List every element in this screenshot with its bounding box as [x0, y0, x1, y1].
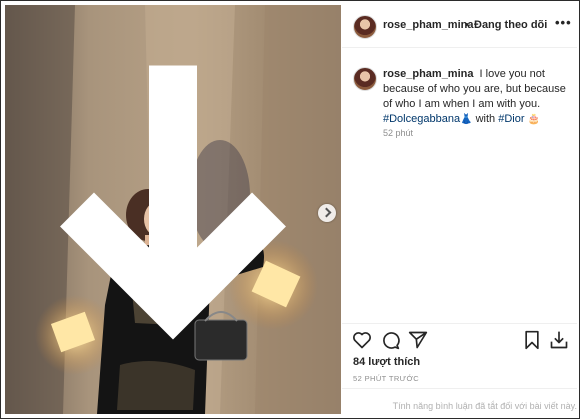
heart-icon[interactable] [352, 330, 372, 350]
caption-avatar[interactable] [353, 67, 377, 91]
caption-username-link[interactable]: rose_pham_mina [383, 68, 473, 80]
caption-with: with [472, 113, 499, 125]
post-photo[interactable] [5, 5, 341, 414]
download-arrow-icon[interactable] [5, 5, 341, 414]
separator-dot: • [465, 19, 469, 31]
avatar[interactable] [353, 15, 377, 39]
caption-timestamp[interactable]: 52 phút [383, 128, 413, 138]
comment-bubble-icon[interactable] [380, 330, 400, 350]
download-tray-icon[interactable] [549, 330, 569, 350]
next-photo-button[interactable] [318, 204, 336, 222]
cake-emoji: 🎂 [527, 114, 541, 125]
divider [342, 323, 577, 324]
post-side-panel: rose_pham_mina • Đang theo dõi ••• rose_… [342, 5, 577, 414]
post-time-ago[interactable]: 52 PHÚT TRƯỚC [353, 374, 419, 383]
like-count[interactable]: 84 lượt thích [353, 356, 420, 368]
post-header: rose_pham_mina • Đang theo dõi ••• [342, 5, 577, 48]
more-options-icon[interactable]: ••• [555, 15, 572, 30]
instagram-post-window: rose_pham_mina • Đang theo dõi ••• rose_… [0, 0, 580, 419]
paper-plane-icon[interactable] [408, 330, 428, 350]
following-button[interactable]: Đang theo dõi [474, 19, 547, 31]
caption-text: rose_pham_mina I love you not because of… [383, 67, 571, 127]
hashtag-dolcegabbana[interactable]: #Dolcegabbana [383, 113, 460, 125]
dress-emoji: 👗 [460, 114, 473, 125]
comments-disabled-notice: Tính năng bình luận đã tắt đối với bài v… [392, 401, 577, 411]
hashtag-dior[interactable]: #Dior [498, 113, 524, 125]
action-bar [342, 328, 577, 354]
bookmark-icon[interactable] [522, 330, 542, 350]
username-link[interactable]: rose_pham_mina [383, 19, 473, 31]
divider [342, 388, 577, 389]
